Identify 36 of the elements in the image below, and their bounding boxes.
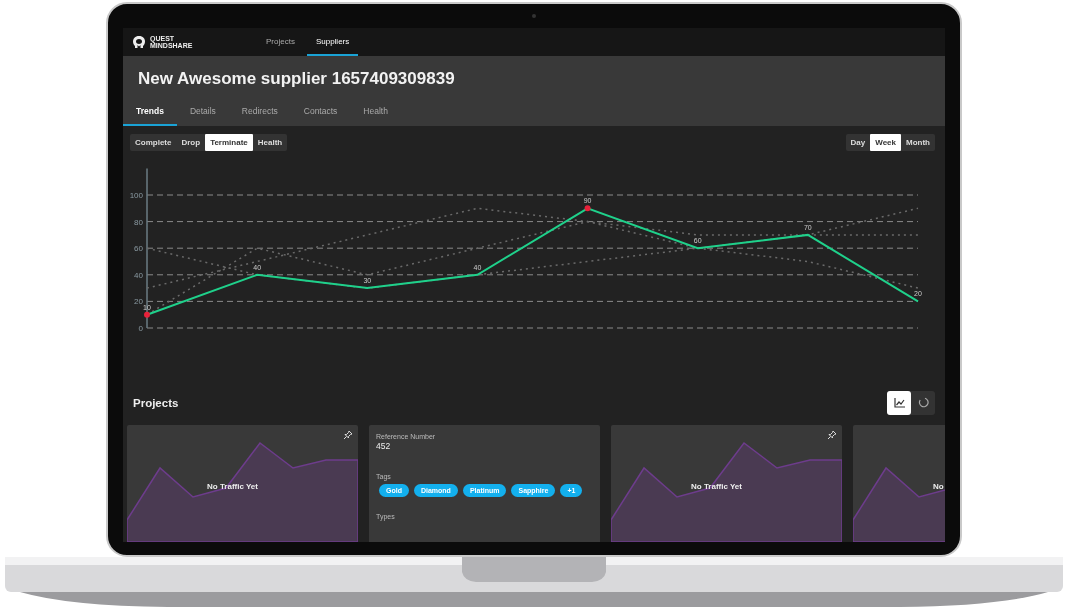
axis-tick-label: 0 bbox=[138, 324, 143, 333]
empty-message: No bbox=[933, 482, 944, 491]
extreme-point bbox=[584, 205, 591, 212]
empty-message: No Traffic Yet bbox=[691, 482, 742, 491]
page-title: New Awesome supplier 1657409309839 bbox=[137, 68, 456, 90]
metric-button[interactable]: Complete bbox=[130, 134, 177, 151]
empty-message: No Traffic Yet bbox=[207, 482, 258, 491]
pin-icon[interactable] bbox=[827, 430, 837, 440]
nav-link[interactable]: Projects bbox=[257, 28, 304, 56]
project-card[interactable]: No bbox=[853, 425, 945, 542]
tab[interactable]: Details bbox=[176, 106, 229, 126]
logo-icon bbox=[132, 35, 146, 49]
period-button[interactable]: Day bbox=[845, 134, 871, 151]
project-card[interactable]: No Traffic Yet bbox=[611, 425, 842, 542]
axis-tick-label: 60 bbox=[134, 244, 143, 254]
tab[interactable]: Redirects bbox=[228, 106, 291, 126]
tab[interactable]: Trends bbox=[123, 106, 177, 126]
axis-tick-label: 80 bbox=[134, 217, 143, 227]
extreme-point bbox=[144, 311, 150, 318]
line-chart-icon bbox=[893, 397, 905, 408]
axis-tick-label: 20 bbox=[134, 297, 143, 307]
tab[interactable]: Health bbox=[350, 106, 401, 126]
view-toggle-button[interactable] bbox=[887, 390, 911, 415]
project-card[interactable]: No Traffic Yet bbox=[127, 425, 358, 542]
tab[interactable]: Contacts bbox=[290, 106, 351, 126]
section-title: Projects bbox=[133, 396, 179, 409]
metric-button[interactable]: Terminate bbox=[205, 134, 253, 151]
period-button[interactable]: Month bbox=[901, 134, 935, 151]
metric-button[interactable]: Drop bbox=[176, 134, 206, 151]
pin-icon[interactable] bbox=[343, 430, 353, 440]
field-value: 452 bbox=[376, 441, 392, 451]
metric-button[interactable]: Health bbox=[252, 134, 288, 151]
spinner-icon bbox=[917, 397, 929, 408]
axis-tick-label: 100 bbox=[129, 191, 143, 200]
axis-tick-label: 40 bbox=[134, 270, 143, 280]
period-button[interactable]: Week bbox=[870, 134, 901, 151]
